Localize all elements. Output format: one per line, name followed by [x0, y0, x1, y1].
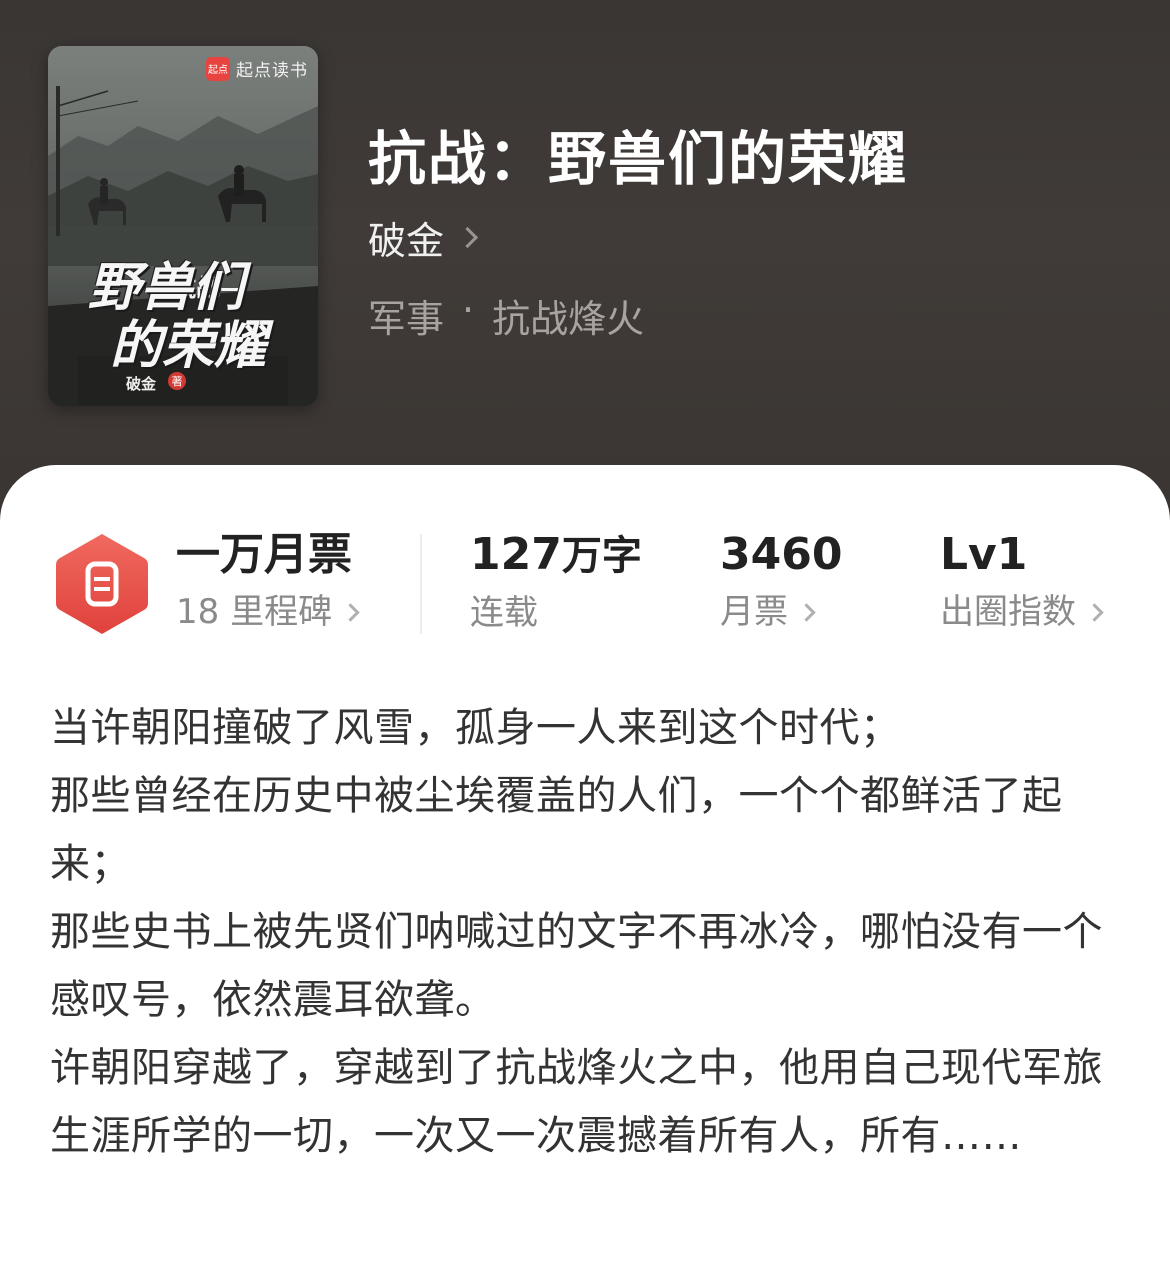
- tag-separator: ·: [462, 288, 475, 332]
- synopsis-paragraph: 那些曾经在历史中被尘埃覆盖的人们，一个个都鲜活了起来；: [50, 773, 1063, 887]
- stat-monthly-votes-label-row: 月票: [720, 582, 842, 642]
- chevron-right-icon: [797, 602, 816, 622]
- synopsis-paragraph: 许朝阳穿越了，穿越到了抗战烽火之中，他用自己现代军旅生涯所学的一切，一次又一次震…: [50, 1045, 1103, 1159]
- stat-level-label-row: 出圈指数: [940, 582, 1104, 642]
- stats-divider: [420, 534, 422, 634]
- tag-category[interactable]: 军事: [368, 288, 444, 343]
- stat-level-value: Lv1: [940, 529, 1028, 580]
- cover-title-line1: 野兽们: [88, 258, 245, 318]
- chevron-right-icon: [341, 602, 360, 622]
- stat-level[interactable]: Lv1 出圈指数: [940, 528, 1104, 642]
- word-count-unit: 万字: [561, 533, 642, 579]
- stat-votes-label: 月票: [720, 592, 788, 632]
- cover-brand: 起点 起点读书: [206, 56, 308, 81]
- synopsis-paragraph: 那些史书上被先贤们呐喊过的文字不再冰冷，哪怕没有一个感叹号，依然震耳欲聋。: [50, 909, 1103, 1023]
- monthly-ticket-icon: [56, 534, 148, 634]
- stat-level-label: 出圈指数: [940, 592, 1076, 632]
- stat-word-count: 127万字 连载: [470, 528, 642, 643]
- stat-word-count-label-row: 连载: [470, 583, 642, 643]
- stat-monthly-ticket-value: 一万月票: [176, 529, 352, 580]
- qidian-logo-icon: 起点: [206, 56, 230, 81]
- chevron-right-icon: [1085, 602, 1104, 622]
- stat-monthly-ticket[interactable]: 一万月票 18 里程碑: [176, 528, 360, 642]
- stat-monthly-votes[interactable]: 3460 月票: [720, 528, 842, 642]
- stat-status-label: 连载: [470, 593, 538, 633]
- chevron-right-icon: [456, 226, 479, 249]
- cover-title-line2: 的荣耀: [110, 316, 267, 376]
- stat-word-count-value: 127万字: [470, 528, 642, 583]
- stat-monthly-votes-value: 3460: [720, 529, 843, 580]
- word-count-number: 127: [470, 529, 562, 580]
- book-title: 抗战：野兽们的荣耀: [368, 125, 909, 193]
- cover-author: 破金: [126, 375, 157, 393]
- cover-author-seal: 著: [168, 372, 186, 390]
- book-cover[interactable]: 起点 起点读书 —抗战— 野兽们 的荣耀 破金 著: [48, 46, 318, 406]
- book-header: 起点 起点读书 —抗战— 野兽们 的荣耀 破金 著 抗战：野兽们的荣耀 破金 军…: [0, 0, 1170, 520]
- stat-milestone-label: 18 里程碑: [176, 592, 333, 632]
- cover-brand-name: 起点读书: [236, 61, 308, 81]
- stat-monthly-ticket-label-row: 18 里程碑: [176, 582, 360, 642]
- author-link[interactable]: 破金: [368, 210, 479, 265]
- book-tags: 军事 · 抗战烽火: [368, 288, 644, 343]
- tag-subcategory[interactable]: 抗战烽火: [492, 288, 644, 343]
- author-name: 破金: [368, 219, 445, 263]
- synopsis-paragraph: 当许朝阳撞破了风雪，孤身一人来到这个时代；: [50, 705, 901, 751]
- book-synopsis[interactable]: 当许朝阳撞破了风雪，孤身一人来到这个时代； 那些曾经在历史中被尘埃覆盖的人们，一…: [50, 694, 1120, 1170]
